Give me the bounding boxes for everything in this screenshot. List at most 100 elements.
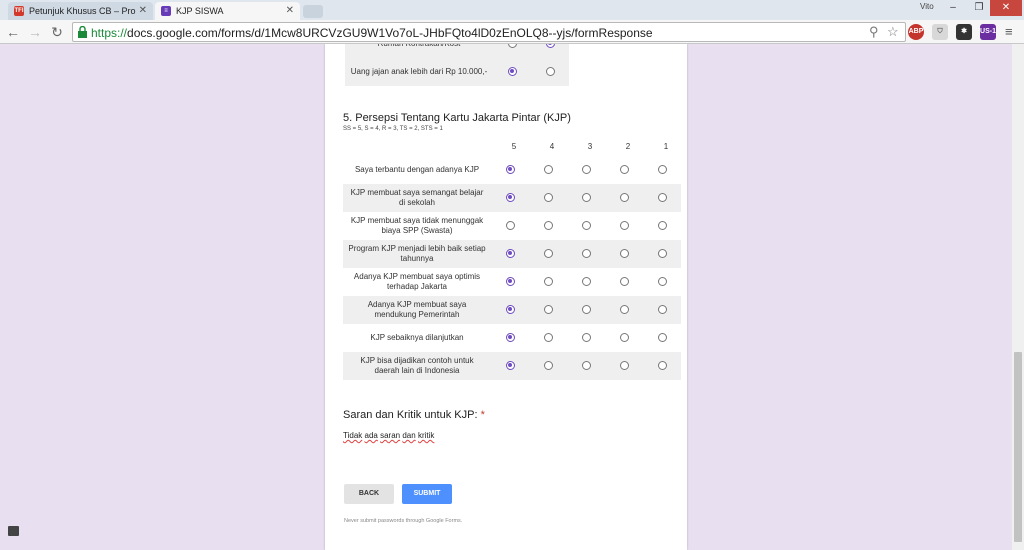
lock-icon bbox=[78, 26, 87, 38]
question-title: Saran dan Kritik untuk KJP: * bbox=[343, 409, 485, 421]
url-text: https://docs.google.com/forms/d/1Mcw8URC… bbox=[91, 26, 653, 40]
radio-option[interactable] bbox=[507, 66, 517, 76]
radio-option[interactable] bbox=[543, 248, 553, 258]
radio-option[interactable] bbox=[619, 276, 629, 286]
grid-row: Program KJP menjadi lebih baik setiap ta… bbox=[343, 240, 681, 268]
radio-option[interactable] bbox=[545, 44, 555, 48]
back-arrow-icon[interactable]: ← bbox=[4, 23, 22, 41]
radio-option[interactable] bbox=[657, 248, 667, 258]
grid-row: Saya terbantu dengan adanya KJP bbox=[343, 156, 681, 184]
row-statement: Rumah Kontrakan/Kost bbox=[345, 44, 493, 58]
grid-row: Adanya KJP membuat saya optimis terhadap… bbox=[343, 268, 681, 296]
maximize-icon[interactable]: ❐ bbox=[966, 0, 992, 16]
close-icon[interactable]: ✕ bbox=[139, 5, 147, 16]
radio-option[interactable] bbox=[619, 248, 629, 258]
radio-option[interactable] bbox=[505, 192, 515, 202]
us-extension-icon[interactable]: US-1 bbox=[980, 24, 996, 40]
forms-favicon-icon: ≡ bbox=[161, 6, 171, 16]
submit-button[interactable]: SUBMIT bbox=[402, 484, 452, 504]
answer-text[interactable]: Tidak ada saran dan kritik bbox=[343, 431, 434, 440]
column-header: 3 bbox=[587, 142, 593, 151]
scroll-thumb[interactable] bbox=[1014, 352, 1022, 542]
feedback-icon[interactable] bbox=[8, 526, 19, 536]
radio-option[interactable] bbox=[657, 332, 667, 342]
profile-name[interactable]: Vito bbox=[920, 2, 934, 11]
column-header: 5 bbox=[511, 142, 517, 151]
radio-option[interactable] bbox=[657, 192, 667, 202]
answer-word: saran bbox=[380, 431, 401, 440]
kjp-grid: Saya terbantu dengan adanya KJP KJP membu… bbox=[343, 156, 681, 380]
radio-option[interactable] bbox=[581, 164, 591, 174]
radio-option[interactable] bbox=[619, 164, 629, 174]
column-header: 2 bbox=[625, 142, 631, 151]
browser-toolbar: ← → ↻ https://docs.google.com/forms/d/1M… bbox=[0, 20, 1024, 44]
shield-icon[interactable]: ⛉ bbox=[932, 24, 948, 40]
radio-option[interactable] bbox=[581, 304, 591, 314]
radio-option[interactable] bbox=[505, 164, 515, 174]
radio-option[interactable] bbox=[543, 164, 553, 174]
radio-option[interactable] bbox=[543, 360, 553, 370]
radio-option[interactable] bbox=[657, 360, 667, 370]
column-header: 4 bbox=[549, 142, 555, 151]
reload-icon[interactable]: ↻ bbox=[48, 23, 66, 41]
address-bar[interactable]: https://docs.google.com/forms/d/1Mcw8URC… bbox=[72, 22, 906, 42]
radio-option[interactable] bbox=[619, 360, 629, 370]
row-statement: Adanya KJP membuat saya mendukung Pemeri… bbox=[343, 296, 491, 324]
tab-kjp-siswa[interactable]: ≡ KJP SISWA ✕ bbox=[155, 2, 300, 20]
radio-option[interactable] bbox=[543, 220, 553, 230]
puzzle-extension-icon[interactable]: ✱ bbox=[956, 24, 972, 40]
radio-option[interactable] bbox=[505, 332, 515, 342]
tab-petunjuk[interactable]: TFI Petunjuk Khusus CB – Pro ✕ bbox=[8, 2, 153, 20]
radio-option[interactable] bbox=[507, 44, 517, 48]
radio-option[interactable] bbox=[543, 276, 553, 286]
back-button[interactable]: BACK bbox=[344, 484, 394, 504]
minimize-icon[interactable]: – bbox=[940, 0, 966, 16]
row-statement: KJP membuat saya tidak menunggak biaya S… bbox=[350, 216, 484, 235]
scrollbar[interactable] bbox=[1012, 44, 1024, 550]
radio-option[interactable] bbox=[581, 248, 591, 258]
adblock-icon[interactable]: ABP bbox=[908, 24, 924, 40]
radio-option[interactable] bbox=[619, 332, 629, 342]
radio-option[interactable] bbox=[505, 220, 515, 230]
radio-option[interactable] bbox=[619, 304, 629, 314]
scale-note: SS = 5, S = 4, R = 3, TS = 2, STS = 1 bbox=[343, 126, 443, 132]
radio-option[interactable] bbox=[581, 360, 591, 370]
radio-option[interactable] bbox=[619, 220, 629, 230]
radio-option[interactable] bbox=[657, 304, 667, 314]
grid-row: Adanya KJP membuat saya mendukung Pemeri… bbox=[343, 296, 681, 324]
answer-word: kritik bbox=[417, 431, 435, 440]
new-tab-button[interactable] bbox=[303, 5, 323, 18]
tab-title: KJP SISWA bbox=[176, 6, 224, 16]
row-statement: KJP sebaiknya dilanjutkan bbox=[370, 333, 464, 342]
window-close-icon[interactable]: ✕ bbox=[990, 0, 1022, 16]
tab-title: Petunjuk Khusus CB – Pro bbox=[29, 6, 136, 16]
search-icon[interactable]: ⚲ bbox=[869, 24, 879, 40]
radio-option[interactable] bbox=[543, 304, 553, 314]
tab-strip: TFI Petunjuk Khusus CB – Pro ✕ ≡ KJP SIS… bbox=[0, 0, 1024, 20]
close-icon[interactable]: ✕ bbox=[286, 5, 294, 16]
radio-option[interactable] bbox=[581, 192, 591, 202]
answer-word: ada bbox=[364, 431, 378, 440]
section-title: 5. Persepsi Tentang Kartu Jakarta Pintar… bbox=[343, 112, 571, 124]
forward-arrow-icon[interactable]: → bbox=[26, 23, 44, 41]
radio-option[interactable] bbox=[581, 220, 591, 230]
radio-option[interactable] bbox=[505, 276, 515, 286]
radio-option[interactable] bbox=[505, 304, 515, 314]
form-card: Rumah Kontrakan/KostUang jajan anak lebi… bbox=[325, 44, 687, 550]
radio-option[interactable] bbox=[657, 220, 667, 230]
radio-option[interactable] bbox=[545, 66, 555, 76]
radio-option[interactable] bbox=[543, 192, 553, 202]
bookmark-star-icon[interactable]: ☆ bbox=[887, 24, 899, 40]
radio-option[interactable] bbox=[657, 276, 667, 286]
menu-icon[interactable]: ≡ bbox=[1005, 24, 1013, 39]
radio-option[interactable] bbox=[581, 276, 591, 286]
radio-option[interactable] bbox=[505, 248, 515, 258]
radio-option[interactable] bbox=[543, 332, 553, 342]
column-header: 1 bbox=[663, 142, 669, 151]
radio-option[interactable] bbox=[657, 164, 667, 174]
radio-option[interactable] bbox=[581, 332, 591, 342]
grid-row: Uang jajan anak lebih dari Rp 10.000,- bbox=[345, 58, 569, 86]
footer-note: Never submit passwords through Google Fo… bbox=[344, 518, 463, 524]
radio-option[interactable] bbox=[505, 360, 515, 370]
radio-option[interactable] bbox=[619, 192, 629, 202]
